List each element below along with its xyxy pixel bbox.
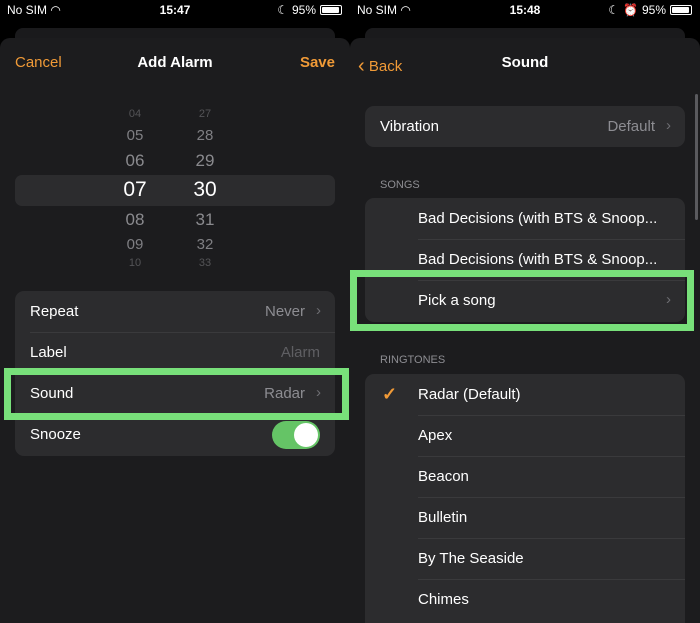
ringtones-header: RINGTONES bbox=[380, 354, 446, 366]
ringtone-item[interactable]: Chimes bbox=[365, 579, 685, 620]
battery-icon bbox=[320, 5, 342, 15]
picker-minute[interactable]: 28 bbox=[185, 127, 225, 144]
ringtone-name: Bulletin bbox=[418, 509, 468, 526]
status-bar: No SIM ◠ 15:48 ☾ ⏰ 95% bbox=[350, 0, 700, 24]
battery-icon bbox=[670, 5, 692, 15]
vibration-label: Vibration bbox=[380, 118, 439, 135]
divider bbox=[418, 456, 685, 457]
scrollbar[interactable] bbox=[695, 94, 698, 220]
picker-minute[interactable]: 33 bbox=[185, 257, 225, 269]
picker-hour[interactable]: 10 bbox=[115, 257, 155, 269]
ringtone-name: Beacon bbox=[418, 468, 469, 485]
picker-hour[interactable]: 04 bbox=[115, 108, 155, 120]
chevron-right-icon: › bbox=[316, 302, 321, 319]
sound-screen: No SIM ◠ 15:48 ☾ ⏰ 95% ‹ Back Sound Vibrat… bbox=[350, 0, 700, 623]
highlight-box bbox=[4, 368, 349, 420]
ringtone-item[interactable]: Apex bbox=[365, 415, 685, 456]
chevron-right-icon: › bbox=[666, 117, 671, 134]
nav-bar: ‹ Back Sound bbox=[350, 54, 700, 77]
picker-minute[interactable]: 27 bbox=[185, 108, 225, 120]
moon-icon: ☾ bbox=[277, 3, 288, 17]
label-input[interactable]: Alarm bbox=[281, 344, 320, 361]
snooze-toggle[interactable] bbox=[272, 421, 320, 449]
picker-hour[interactable]: 06 bbox=[115, 151, 155, 171]
divider bbox=[418, 415, 685, 416]
vibration-value: Default bbox=[607, 118, 655, 135]
page-title: Add Alarm bbox=[137, 54, 213, 71]
ringtone-item[interactable]: Beacon bbox=[365, 456, 685, 497]
save-button[interactable]: Save bbox=[300, 54, 335, 71]
ringtone-item[interactable]: Bulletin bbox=[365, 497, 685, 538]
battery-percent: 95% bbox=[291, 3, 316, 17]
add-alarm-screen: No SIM ◠ 15:47 ☾ 95% Cancel Add Alarm Sav… bbox=[0, 0, 350, 623]
divider bbox=[418, 538, 685, 539]
picker-hour[interactable]: 05 bbox=[115, 127, 155, 144]
label-row[interactable]: Label Alarm bbox=[15, 332, 335, 373]
checkmark-icon: ✓ bbox=[382, 384, 398, 404]
ringtone-item[interactable]: By The Seaside bbox=[365, 538, 685, 579]
battery-percent: 95% bbox=[641, 3, 666, 17]
label-label: Label bbox=[30, 344, 67, 361]
ringtone-name: By The Seaside bbox=[418, 550, 524, 567]
highlight-box bbox=[350, 270, 694, 331]
song-title: Bad Decisions (with BTS & Snoop... bbox=[418, 210, 658, 227]
ringtone-name: Radar (Default) bbox=[418, 386, 521, 403]
picker-minute[interactable]: 30 bbox=[185, 178, 225, 202]
nav-bar: Cancel Add Alarm Save bbox=[0, 54, 350, 74]
snooze-row: Snooze bbox=[15, 414, 335, 455]
picker-hour[interactable]: 07 bbox=[115, 178, 155, 202]
page-title: Sound bbox=[501, 54, 549, 71]
picker-hour[interactable]: 08 bbox=[115, 210, 155, 230]
ringtone-name: Chimes bbox=[418, 591, 469, 608]
repeat-label: Repeat bbox=[30, 303, 79, 320]
alarm-icon: ⏰ bbox=[623, 3, 638, 17]
picker-minute[interactable]: 31 bbox=[185, 210, 225, 230]
songs-header: SONGS bbox=[380, 179, 420, 191]
ringtones-group: ✓ Radar (Default) Apex Beacon Bulletin By The… bbox=[365, 374, 685, 623]
status-bar: No SIM ◠ 15:47 ☾ 95% bbox=[0, 0, 350, 24]
repeat-value: Never bbox=[264, 303, 305, 320]
vibration-group: Vibration Default › bbox=[365, 106, 685, 147]
ringtone-name: Apex bbox=[418, 427, 453, 444]
picker-minute[interactable]: 32 bbox=[185, 236, 225, 253]
song-item[interactable]: Bad Decisions (with BTS & Snoop... bbox=[365, 198, 685, 239]
moon-icon: ☾ bbox=[608, 3, 620, 17]
repeat-row[interactable]: Repeat Never › bbox=[15, 291, 335, 332]
picker-minute[interactable]: 29 bbox=[185, 151, 225, 171]
divider bbox=[418, 497, 685, 498]
picker-hour[interactable]: 09 bbox=[115, 236, 155, 253]
ringtone-item[interactable]: ✓ Radar (Default) bbox=[365, 374, 685, 415]
vibration-row[interactable]: Vibration Default › bbox=[365, 106, 685, 147]
divider bbox=[418, 579, 685, 580]
picker-selection-band bbox=[15, 175, 335, 206]
snooze-label: Snooze bbox=[30, 426, 81, 443]
song-title: Bad Decisions (with BTS & Snoop... bbox=[418, 251, 658, 268]
